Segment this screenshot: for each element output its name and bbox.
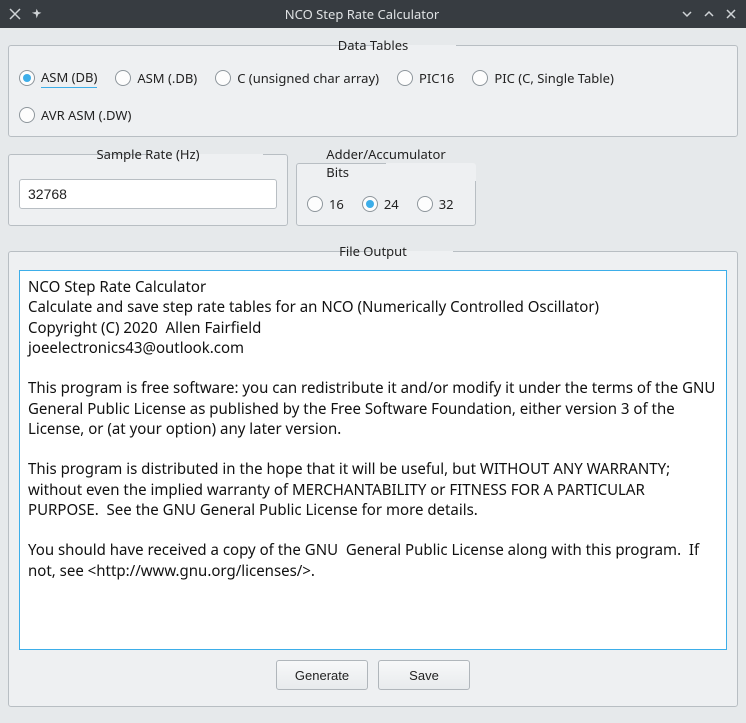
radio-icon [397, 70, 413, 86]
radio-icon [417, 196, 433, 212]
file-output-text[interactable]: NCO Step Rate Calculator Calculate and s… [19, 270, 727, 650]
radio-label: AVR ASM (.DW) [41, 106, 131, 124]
data-tables-legend: Data Tables [332, 36, 415, 54]
data-tables-option[interactable]: ASM (DB) [19, 68, 97, 88]
minimize-icon[interactable] [680, 7, 694, 21]
radio-label: ASM (DB) [41, 68, 97, 88]
close-icon[interactable] [724, 7, 738, 21]
window-titlebar: NCO Step Rate Calculator [0, 0, 746, 28]
radio-icon [19, 107, 35, 123]
radio-label: C (unsigned char array) [237, 69, 379, 87]
radio-label: 24 [384, 195, 399, 213]
sample-rate-input[interactable] [19, 179, 277, 209]
accum-bits-legend: Adder/Accumulator Bits [320, 145, 451, 181]
data-tables-option[interactable]: AVR ASM (.DW) [19, 106, 131, 124]
radio-icon [19, 70, 35, 86]
pin-icon[interactable] [30, 7, 44, 21]
file-output-legend: File Output [333, 242, 413, 260]
accum-bits-option[interactable]: 16 [307, 195, 344, 213]
app-menu-icon[interactable] [8, 7, 22, 21]
data-tables-options: ASM (DB) ASM (.DB) C (unsigned char array)… [19, 64, 727, 124]
radio-label: ASM (.DB) [137, 69, 197, 87]
data-tables-option[interactable]: PIC (C, Single Table) [472, 69, 614, 87]
data-tables-option[interactable]: C (unsigned char array) [215, 69, 379, 87]
accum-bits-option[interactable]: 24 [362, 195, 399, 213]
radio-label: 16 [329, 195, 344, 213]
sample-rate-legend: Sample Rate (Hz) [91, 145, 206, 163]
maximize-icon[interactable] [702, 7, 716, 21]
radio-icon [215, 70, 231, 86]
sample-rate-group: Sample Rate (Hz) [8, 145, 288, 226]
radio-label: PIC16 [419, 69, 454, 87]
accum-bits-option[interactable]: 32 [417, 195, 454, 213]
radio-icon [307, 196, 323, 212]
data-tables-option[interactable]: PIC16 [397, 69, 454, 87]
generate-button[interactable]: Generate [276, 660, 368, 690]
radio-label: PIC (C, Single Table) [494, 69, 614, 87]
data-tables-group: Data Tables ASM (DB) ASM (.DB) C (unsigned… [8, 36, 738, 137]
data-tables-option[interactable]: ASM (.DB) [115, 69, 197, 87]
radio-label: 32 [439, 195, 454, 213]
window-title: NCO Step Rate Calculator [44, 5, 680, 23]
accum-bits-options: 16 24 32 [307, 191, 465, 213]
window-body: Data Tables ASM (DB) ASM (.DB) C (unsigned… [0, 28, 746, 723]
radio-icon [115, 70, 131, 86]
save-button[interactable]: Save [378, 660, 470, 690]
radio-icon [362, 196, 378, 212]
accum-bits-group: Adder/Accumulator Bits 16 24 32 [296, 145, 476, 226]
radio-icon [472, 70, 488, 86]
file-output-group: File Output NCO Step Rate Calculator Cal… [8, 242, 738, 707]
